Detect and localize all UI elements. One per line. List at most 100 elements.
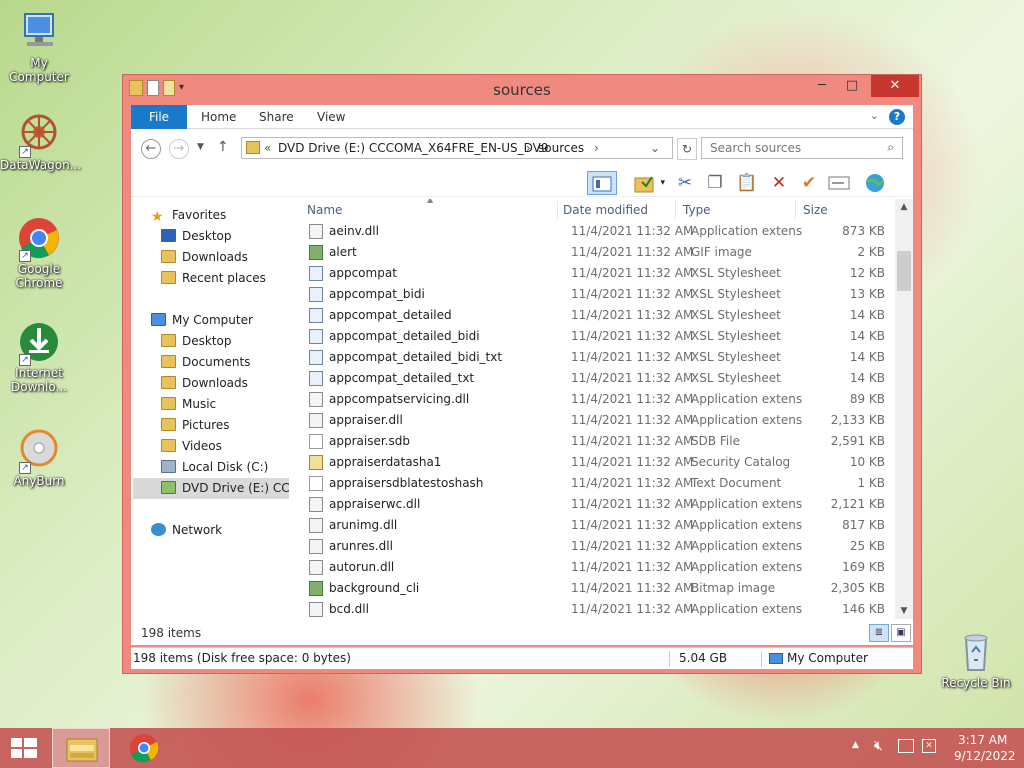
nav-computer-music[interactable]: Music xyxy=(161,394,216,415)
desktop-icon-google-chrome[interactable]: ↗ Google Chrome xyxy=(0,216,78,290)
file-row[interactable]: arunimg.dll 11/4/2021 11:32 AM Application… xyxy=(301,515,885,536)
file-row[interactable]: appraiser.dll 11/4/2021 11:32 AM Applicati… xyxy=(301,410,885,431)
column-divider[interactable] xyxy=(675,201,676,219)
breadcrumb-separator[interactable]: › xyxy=(594,141,599,155)
file-row[interactable]: appraiserdatasha1 11/4/2021 11:32 AM Secur… xyxy=(301,452,885,473)
file-row[interactable]: appraiserwc.dll 11/4/2021 11:32 AM Applica… xyxy=(301,494,885,515)
nav-favorites-recent-places[interactable]: Recent places xyxy=(161,268,266,289)
file-row[interactable]: autorun.dll 11/4/2021 11:32 AM Application… xyxy=(301,557,885,578)
file-row[interactable]: appraiser.sdb 11/4/2021 11:32 AM SDB File 2… xyxy=(301,431,885,452)
action-center-icon[interactable]: ✕ xyxy=(922,739,936,753)
minimize-button[interactable]: ─ xyxy=(807,75,837,97)
recent-locations-button[interactable]: ▼ xyxy=(197,142,204,152)
help-icon[interactable]: ? xyxy=(889,109,905,125)
file-row[interactable]: aeinv.dll 11/4/2021 11:32 AM Application e… xyxy=(301,221,885,242)
scrollbar-thumb[interactable] xyxy=(897,251,911,291)
nav-favorites-desktop[interactable]: Desktop xyxy=(161,226,232,247)
rename-icon[interactable] xyxy=(827,171,851,195)
breadcrumb-separator[interactable]: › xyxy=(526,141,531,155)
address-dropdown-icon[interactable]: ⌄ xyxy=(650,141,660,155)
address-bar[interactable]: « DVD Drive (E:) CCCOMA_X64FRE_EN-US_DV9… xyxy=(241,137,673,159)
desktop-icon-anyburn[interactable]: ↗ AnyBurn xyxy=(0,428,78,488)
breadcrumb-drive[interactable]: DVD Drive (E:) CCCOMA_X64FRE_EN-US_DV9 xyxy=(278,141,549,155)
breadcrumb-sources[interactable]: sources xyxy=(538,141,584,155)
network-icon[interactable] xyxy=(898,739,914,753)
nav-computer-downloads[interactable]: Downloads xyxy=(161,373,248,394)
file-row[interactable]: appcompatservicing.dll 11/4/2021 11:32 AM… xyxy=(301,389,885,410)
file-row[interactable]: appcompat 11/4/2021 11:32 AM XSL Styleshee… xyxy=(301,263,885,284)
start-button[interactable] xyxy=(10,736,38,760)
delete-icon[interactable]: ✕ xyxy=(767,171,791,195)
back-button[interactable]: ← xyxy=(141,139,161,159)
chevron-down-icon[interactable]: ⌄ xyxy=(870,109,879,122)
nav-computer-pictures[interactable]: Pictures xyxy=(161,415,230,436)
maximize-button[interactable]: □ xyxy=(837,75,867,97)
column-divider[interactable] xyxy=(557,201,558,219)
scroll-down-arrow-icon[interactable]: ▼ xyxy=(895,603,913,619)
file-row[interactable]: alert 11/4/2021 11:32 AM GIF image 2 KB xyxy=(301,242,885,263)
tab-view[interactable]: View xyxy=(317,105,345,129)
tab-file[interactable]: File xyxy=(131,105,187,129)
desktop-icon-recycle-bin[interactable]: Recycle Bin xyxy=(938,630,1014,690)
forward-button[interactable]: → xyxy=(169,139,189,159)
column-header-size[interactable]: Size xyxy=(803,199,828,221)
nav-network[interactable]: Network xyxy=(151,520,222,541)
refresh-button[interactable]: ↻ xyxy=(677,138,697,160)
file-row[interactable]: appraisersdblatestoshash 11/4/2021 11:32 … xyxy=(301,473,885,494)
file-row[interactable]: appcompat_bidi 11/4/2021 11:32 AM XSL Styl… xyxy=(301,284,885,305)
column-divider[interactable] xyxy=(795,201,796,219)
cut-icon[interactable]: ✂ xyxy=(673,171,697,195)
nav-dvd-drive-e[interactable]: DVD Drive (E:) CCCOMA_X64FRE_EN-US_DV9 xyxy=(133,478,289,499)
title-bar[interactable]: ▾ sources ─ □ ✕ xyxy=(123,75,921,103)
file-row[interactable]: background_cli 11/4/2021 11:32 AM Bitmap i… xyxy=(301,578,885,599)
nav-computer-videos[interactable]: Videos xyxy=(161,436,222,457)
clock-date[interactable]: 9/12/2022 xyxy=(954,749,1016,763)
large-icons-view-button[interactable]: ▣ xyxy=(891,624,911,642)
up-button[interactable]: ↑ xyxy=(217,139,229,155)
volume-muted-icon[interactable]: 🔇︎ xyxy=(874,738,883,754)
taskbar-file-explorer[interactable] xyxy=(52,728,110,768)
file-type: Application extens... xyxy=(691,560,803,574)
details-view-button[interactable]: ≣ xyxy=(869,624,889,642)
column-header-date-modified[interactable]: Date modified xyxy=(563,199,648,221)
tab-home[interactable]: Home xyxy=(201,105,236,129)
desktop-icon-datawagon[interactable]: ↗ DataWagon... xyxy=(0,112,81,172)
file-row[interactable]: appcompat_detailed_bidi 11/4/2021 11:32 A… xyxy=(301,326,885,347)
file-name: appcompatservicing.dll xyxy=(329,392,470,406)
explorer-client: ← → ▼ ↑ « DVD Drive (E:) CCCOMA_X64FRE_E… xyxy=(131,129,913,645)
scroll-up-arrow-icon[interactable]: ▲ xyxy=(895,199,913,215)
nav-favorites-downloads[interactable]: Downloads xyxy=(161,247,248,268)
nav-local-disk-c[interactable]: Local Disk (C:) xyxy=(161,457,268,478)
preview-pane-button[interactable] xyxy=(587,171,617,195)
show-hidden-icons-button[interactable]: ▲ xyxy=(852,740,859,750)
desktop-icon-internet-download[interactable]: ↗ Internet Downlo... xyxy=(0,320,78,394)
desktop-icon-my-computer[interactable]: My Computer xyxy=(0,10,78,84)
file-size: 146 KB xyxy=(842,602,885,616)
nav-computer-documents[interactable]: Documents xyxy=(161,352,250,373)
paste-icon[interactable]: 📋 xyxy=(735,171,759,195)
taskbar-chrome[interactable] xyxy=(124,732,164,764)
folder-options-icon[interactable]: ▾ xyxy=(625,171,665,195)
file-name: background_cli xyxy=(329,581,420,595)
nav-my-computer[interactable]: My Computer xyxy=(151,310,253,331)
copy-icon[interactable]: ❐ xyxy=(703,171,727,195)
search-input[interactable]: Search sources ⌕ xyxy=(701,137,903,159)
checkmark-icon[interactable]: ✔ xyxy=(797,171,821,195)
close-button[interactable]: ✕ xyxy=(871,75,919,97)
nav-favorites[interactable]: ★ Favorites xyxy=(151,205,226,226)
column-header-name[interactable]: Name xyxy=(307,199,342,221)
globe-icon[interactable] xyxy=(863,171,887,195)
desktop-icon xyxy=(161,229,176,242)
column-header-type[interactable]: Type xyxy=(683,199,711,221)
cat-file-icon xyxy=(309,455,323,470)
file-row[interactable]: appcompat_detailed_bidi_txt 11/4/2021 11:… xyxy=(301,347,885,368)
nav-computer-desktop[interactable]: Desktop xyxy=(161,331,232,352)
file-row[interactable]: appcompat_detailed 11/4/2021 11:32 AM XSL … xyxy=(301,305,885,326)
file-row[interactable]: arunres.dll 11/4/2021 11:32 AM Application… xyxy=(301,536,885,557)
file-row[interactable]: bcd.dll 11/4/2021 11:32 AM Application ext… xyxy=(301,599,885,619)
address-prefix[interactable]: « xyxy=(264,141,271,155)
tab-share[interactable]: Share xyxy=(259,105,294,129)
clock-time[interactable]: 3:17 AM xyxy=(958,733,1007,747)
vertical-scrollbar[interactable]: ▲ ▼ xyxy=(895,199,913,619)
file-row[interactable]: appcompat_detailed_txt 11/4/2021 11:32 AM… xyxy=(301,368,885,389)
